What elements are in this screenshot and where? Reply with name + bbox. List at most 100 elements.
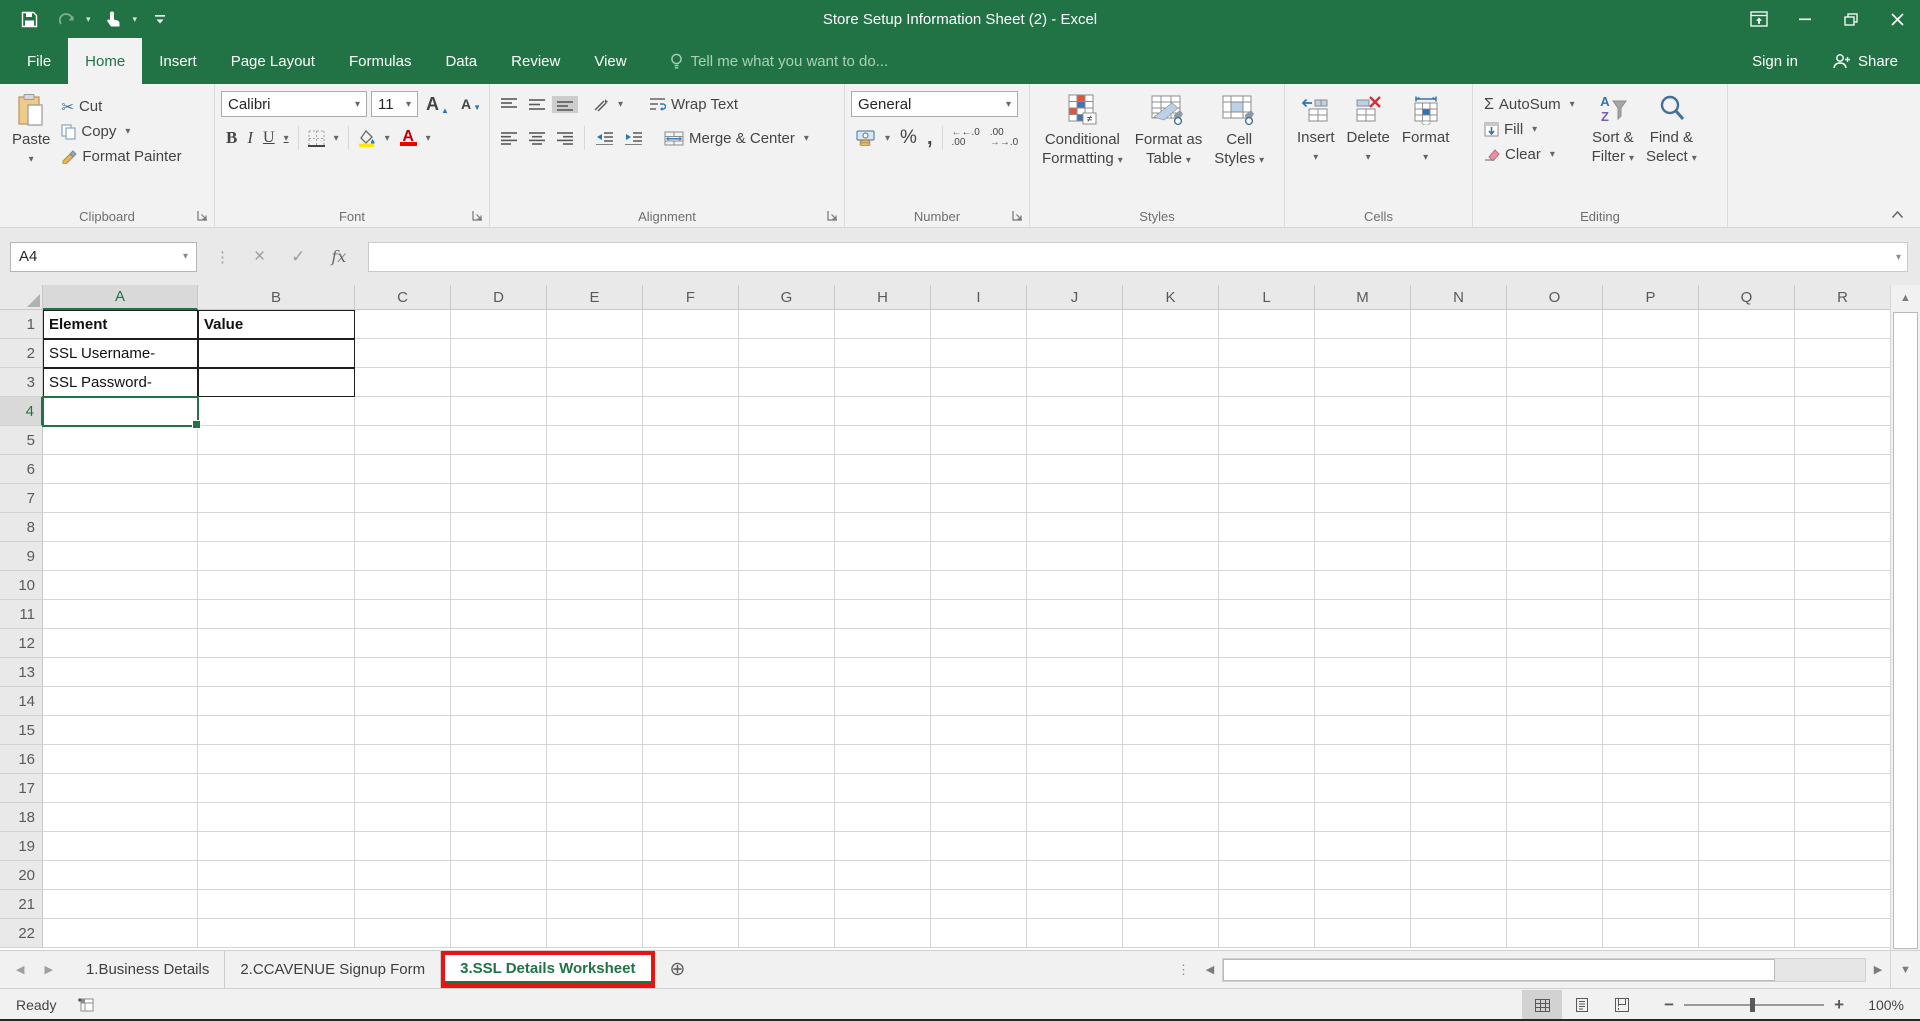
cell-D5[interactable] [451,426,547,455]
cell-C11[interactable] [355,600,451,629]
cell-styles-button[interactable]: Cell Styles [1208,90,1270,203]
cell-Q8[interactable] [1699,513,1795,542]
cell-L13[interactable] [1219,658,1315,687]
cell-H19[interactable] [835,832,931,861]
row-header-21[interactable]: 21 [0,890,43,919]
cell-H7[interactable] [835,484,931,513]
cell-C19[interactable] [355,832,451,861]
cell-O19[interactable] [1507,832,1603,861]
row-header-10[interactable]: 10 [0,571,43,600]
cell-N20[interactable] [1411,861,1507,890]
cell-G17[interactable] [739,774,835,803]
cell-N12[interactable] [1411,629,1507,658]
cell-F1[interactable] [643,310,739,339]
cell-M2[interactable] [1315,339,1411,368]
cell-P15[interactable] [1603,716,1699,745]
cell-C10[interactable] [355,571,451,600]
cell-G1[interactable] [739,310,835,339]
cell-A16[interactable] [43,745,198,774]
cell-K6[interactable] [1123,455,1219,484]
cell-F3[interactable] [643,368,739,397]
cell-F19[interactable] [643,832,739,861]
cell-B2[interactable] [198,339,355,368]
cell-M7[interactable] [1315,484,1411,513]
find-select-button[interactable]: Find & Select [1640,90,1703,203]
cell-N14[interactable] [1411,687,1507,716]
wrap-text-button[interactable]: Wrap Text [644,94,743,115]
cell-P1[interactable] [1603,310,1699,339]
cell-G16[interactable] [739,745,835,774]
cell-A4[interactable] [43,397,198,426]
font-color-button[interactable]: A [395,128,436,148]
cell-Q16[interactable] [1699,745,1795,774]
cell-B18[interactable] [198,803,355,832]
cell-M15[interactable] [1315,716,1411,745]
underline-button[interactable]: U [258,127,294,149]
cell-C21[interactable] [355,890,451,919]
cell-L15[interactable] [1219,716,1315,745]
fill-button[interactable]: Fill [1479,117,1580,142]
column-header-H[interactable]: H [835,285,931,310]
cell-N9[interactable] [1411,542,1507,571]
cell-H9[interactable] [835,542,931,571]
cell-Q7[interactable] [1699,484,1795,513]
cell-K20[interactable] [1123,861,1219,890]
cell-H3[interactable] [835,368,931,397]
cell-D7[interactable] [451,484,547,513]
cell-G22[interactable] [739,919,835,948]
column-header-N[interactable]: N [1411,285,1507,310]
cell-C6[interactable] [355,455,451,484]
comma-style-button[interactable]: , [922,125,938,152]
cell-K17[interactable] [1123,774,1219,803]
cell-B7[interactable] [198,484,355,513]
zoom-level[interactable]: 100% [1860,997,1904,1013]
cell-R4[interactable] [1795,397,1890,426]
cell-R12[interactable] [1795,629,1890,658]
cell-Q1[interactable] [1699,310,1795,339]
cell-O11[interactable] [1507,600,1603,629]
cell-P8[interactable] [1603,513,1699,542]
column-header-C[interactable]: C [355,285,451,310]
cell-Q2[interactable] [1699,339,1795,368]
cell-O3[interactable] [1507,368,1603,397]
cell-P19[interactable] [1603,832,1699,861]
cell-I5[interactable] [931,426,1027,455]
cell-E21[interactable] [547,890,643,919]
cell-O1[interactable] [1507,310,1603,339]
cell-H18[interactable] [835,803,931,832]
cell-I19[interactable] [931,832,1027,861]
cell-B15[interactable] [198,716,355,745]
cell-L19[interactable] [1219,832,1315,861]
cell-C9[interactable] [355,542,451,571]
cell-P12[interactable] [1603,629,1699,658]
cell-L9[interactable] [1219,542,1315,571]
macro-record-icon[interactable] [78,997,95,1013]
touch-mode-dropdown-icon[interactable]: ▾ [133,14,138,25]
cell-A2[interactable]: SSL Username- [43,339,198,368]
cell-Q14[interactable] [1699,687,1795,716]
cell-L12[interactable] [1219,629,1315,658]
formula-bar-expand-icon[interactable]: ▾ [1896,252,1901,263]
format-painter-button[interactable]: Format Painter [56,144,186,169]
cell-G14[interactable] [739,687,835,716]
cell-F9[interactable] [643,542,739,571]
save-button[interactable] [14,4,44,34]
cell-K8[interactable] [1123,513,1219,542]
cell-Q20[interactable] [1699,861,1795,890]
cell-B3[interactable] [198,368,355,397]
cell-J15[interactable] [1027,716,1123,745]
cell-E15[interactable] [547,716,643,745]
cell-E9[interactable] [547,542,643,571]
cell-J9[interactable] [1027,542,1123,571]
bold-button[interactable]: B [221,126,242,150]
cell-B16[interactable] [198,745,355,774]
decrease-indent-button[interactable] [591,130,618,147]
next-sheet-icon[interactable]: ▶ [44,963,52,976]
cell-D11[interactable] [451,600,547,629]
cell-O22[interactable] [1507,919,1603,948]
cell-A5[interactable] [43,426,198,455]
cell-P16[interactable] [1603,745,1699,774]
merge-center-button[interactable]: Merge & Center [659,128,814,149]
cell-Q13[interactable] [1699,658,1795,687]
column-header-P[interactable]: P [1603,285,1699,310]
